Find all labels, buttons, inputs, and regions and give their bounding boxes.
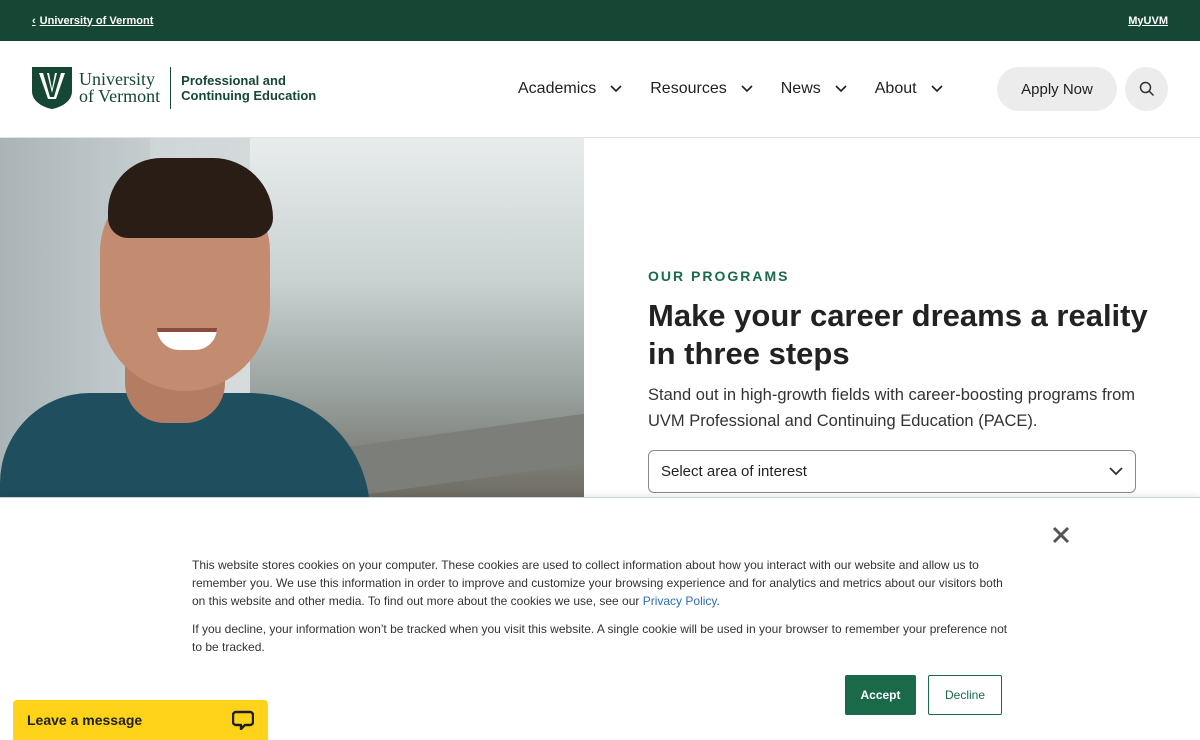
nav-resources-label: Resources (650, 80, 727, 97)
search-button[interactable] (1125, 67, 1168, 111)
logo-sub-2: Continuing Education (181, 88, 317, 103)
chevron-left-icon: ‹ (32, 14, 36, 27)
decline-button[interactable]: Decline (928, 675, 1002, 715)
chevron-down-icon (835, 85, 847, 93)
close-icon[interactable] (1050, 524, 1072, 546)
leave-message-widget[interactable]: Leave a message (13, 700, 268, 740)
logo-pace-text: Professional and Continuing Education (181, 73, 316, 103)
hero-subtext: Stand out in high-growth fields with car… (648, 386, 1135, 430)
hero-eyebrow: OUR PROGRAMS (648, 268, 790, 284)
uvm-shield-icon (32, 67, 72, 109)
photo-person-hair (108, 158, 273, 238)
cookie-paragraph-1-text: This website stores cookies on your comp… (192, 558, 1003, 608)
nav-academics-label: Academics (518, 80, 597, 97)
select-value: Select area of interest (661, 463, 807, 480)
cookie-paragraph-1-end: . (716, 594, 720, 608)
main-nav: Academics Resources News About (518, 41, 971, 137)
privacy-policy-link[interactable]: Privacy Policy (643, 594, 717, 608)
logo-line-2: of Vermont (79, 86, 161, 106)
nav-about[interactable]: About (875, 80, 943, 98)
site-header: University of Vermont Professional and C… (0, 41, 1200, 138)
nav-academics[interactable]: Academics (518, 80, 622, 98)
area-of-interest-select[interactable]: Select area of interest (648, 450, 1136, 493)
chevron-down-icon (1109, 467, 1123, 476)
myuvm-link[interactable]: MyUVM (1128, 15, 1168, 27)
utility-bar: ‹ University of Vermont MyUVM (0, 0, 1200, 41)
university-of-vermont-link[interactable]: ‹ University of Vermont (32, 15, 153, 27)
uvm-pace-logo[interactable]: University of Vermont Professional and C… (32, 67, 316, 109)
nav-news[interactable]: News (781, 80, 847, 98)
chevron-down-icon (610, 85, 622, 93)
logo-university-text: University of Vermont (79, 70, 161, 106)
hero-content: OUR PROGRAMS Make your career dreams a r… (648, 268, 1148, 434)
cookie-paragraph-2: If you decline, your information won’t b… (192, 622, 1008, 654)
nav-news-label: News (780, 80, 821, 97)
cookie-paragraph-1: This website stores cookies on your comp… (192, 556, 1014, 610)
cookie-text: This website stores cookies on your comp… (192, 556, 1014, 656)
chevron-down-icon (741, 85, 753, 93)
chat-label: Leave a message (27, 712, 143, 728)
search-icon (1139, 81, 1154, 97)
back-link-label: University of Vermont (39, 14, 154, 27)
nav-resources[interactable]: Resources (650, 80, 753, 98)
apply-now-button[interactable]: Apply Now (997, 67, 1117, 111)
hero-photo (0, 138, 584, 498)
chevron-down-icon (930, 85, 943, 93)
nav-about-label: About (874, 80, 917, 97)
chat-bubble-icon (232, 710, 254, 730)
logo-divider (170, 67, 172, 109)
accept-button[interactable]: Accept (845, 675, 916, 715)
logo-sub-1: Professional and (181, 73, 286, 88)
hero-headline: Make your career dreams a reality in thr… (648, 298, 1148, 371)
